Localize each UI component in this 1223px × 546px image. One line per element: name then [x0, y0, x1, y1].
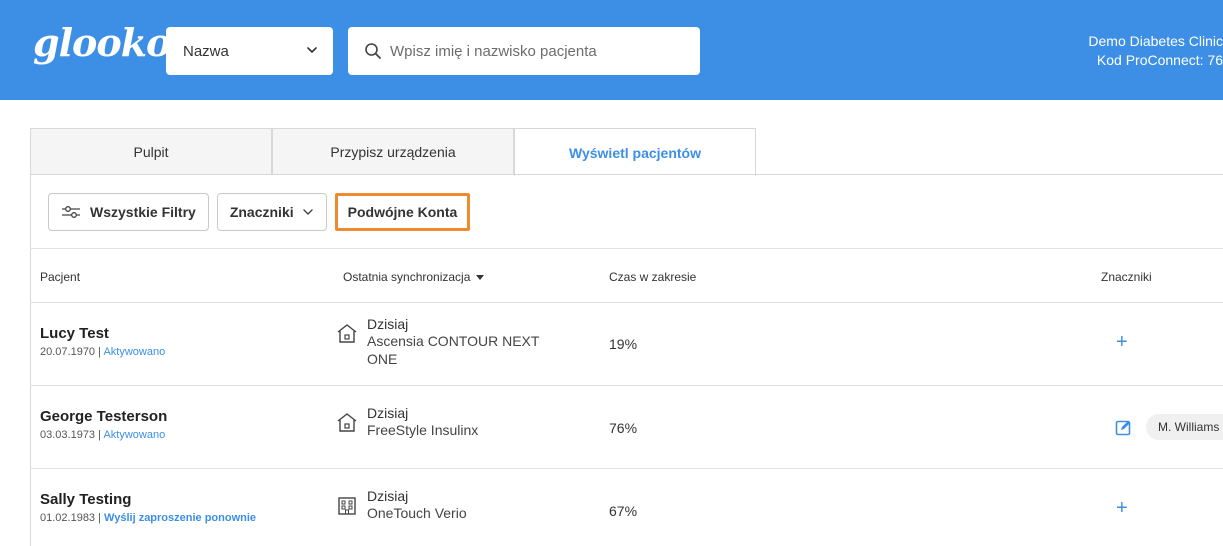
- tab-dashboard[interactable]: Pulpit: [30, 128, 272, 175]
- sync-cell: Dzisiaj FreeStyle Insulinx: [336, 405, 557, 439]
- sliders-icon: [62, 206, 80, 218]
- patient-dob: 01.02.1983: [40, 512, 96, 524]
- column-header-tags[interactable]: Znaczniki: [1101, 270, 1152, 284]
- sync-time: Dzisiaj: [367, 405, 409, 421]
- sync-time: Dzisiaj: [367, 488, 409, 504]
- divider: [30, 302, 1223, 303]
- patient-cell: Sally Testing 01.02.1983 | Wyślij zapros…: [40, 491, 256, 524]
- divider: [30, 468, 1223, 469]
- clinic-name: Demo Diabetes Clinic: [1088, 33, 1223, 49]
- resend-invite-link[interactable]: Wyślij zaproszenie ponownie: [104, 512, 256, 524]
- home-icon: [337, 324, 357, 343]
- patient-meta: 03.03.1973 | Aktywowano: [40, 429, 166, 441]
- column-header-last-sync-label: Ostatnia synchronizacja: [343, 270, 471, 284]
- patient-status-link[interactable]: Aktywowano: [103, 429, 165, 441]
- patient-name[interactable]: Sally Testing: [40, 491, 256, 508]
- chevron-down-icon: [302, 209, 313, 215]
- patient-search-input[interactable]: [390, 42, 690, 60]
- tags-dropdown-label: Znaczniki: [229, 204, 294, 220]
- time-in-range-value: 19%: [609, 336, 638, 352]
- patient-meta: 20.07.1970 | Aktywowano: [40, 346, 166, 358]
- divider: [30, 248, 1223, 249]
- column-header-patient[interactable]: Pacjent: [40, 270, 80, 284]
- device-name: FreeStyle Insulinx: [367, 422, 479, 438]
- patient-status-link[interactable]: Aktywowano: [103, 346, 165, 358]
- glooko-logo[interactable]: glooko: [33, 20, 171, 65]
- time-in-range-value: 67%: [609, 503, 638, 519]
- all-filters-button[interactable]: Wszystkie Filtry: [48, 193, 209, 231]
- duplicate-accounts-button[interactable]: Podwójne Konta: [334, 193, 471, 231]
- patient-name[interactable]: Lucy Test: [40, 325, 165, 342]
- sync-time: Dzisiaj: [367, 316, 409, 332]
- filter-bar: Wszystkie Filtry Znaczniki Podwójne Kont…: [48, 193, 471, 231]
- top-header: glooko Nazwa Demo Diabetes Clinic Kod Pr…: [0, 0, 1223, 100]
- tag-chip[interactable]: M. Williams: [1146, 414, 1223, 440]
- patient-search-box[interactable]: [348, 27, 700, 75]
- tab-view-patients[interactable]: Wyświetl pacjentów: [514, 128, 756, 176]
- proconnect-code: Kod ProConnect: 76: [1096, 52, 1223, 68]
- search-mode-select[interactable]: Nazwa: [166, 27, 333, 75]
- home-icon: [337, 413, 357, 432]
- clinic-info[interactable]: Demo Diabetes Clinic Kod ProConnect: 76: [1083, 32, 1223, 70]
- sync-cell: Dzisiaj Ascensia CONTOUR NEXT ONE: [336, 316, 557, 368]
- chevron-down-icon: [307, 47, 317, 54]
- clinic-building-icon: [338, 497, 356, 515]
- sync-cell: Dzisiaj OneTouch Verio: [336, 488, 557, 522]
- patient-cell: Lucy Test 20.07.1970 | Aktywowano: [40, 325, 165, 358]
- device-name: Ascensia CONTOUR NEXT ONE: [367, 333, 540, 367]
- patient-name[interactable]: George Testerson: [40, 408, 167, 425]
- main-tabs: Pulpit Przypisz urządzenia Wyświetl pacj…: [30, 128, 756, 176]
- time-in-range-value: 76%: [609, 420, 638, 436]
- patient-dob: 03.03.1973: [40, 429, 96, 441]
- patient-meta: 01.02.1983 | Wyślij zaproszenie ponownie: [40, 512, 257, 524]
- search-icon: [365, 43, 381, 59]
- sort-desc-icon: [476, 275, 485, 281]
- device-name: OneTouch Verio: [367, 505, 467, 521]
- add-tag-button[interactable]: +: [1116, 331, 1128, 354]
- tags-dropdown[interactable]: Znaczniki: [216, 193, 327, 231]
- tab-divider: [30, 174, 1223, 175]
- add-tag-button[interactable]: +: [1116, 497, 1128, 520]
- patient-cell: George Testerson 03.03.1973 | Aktywowano: [40, 408, 167, 441]
- tab-assign-devices[interactable]: Przypisz urządzenia: [272, 128, 514, 175]
- all-filters-label: Wszystkie Filtry: [90, 204, 196, 220]
- column-header-last-sync[interactable]: Ostatnia synchronizacja: [343, 270, 485, 284]
- search-mode-value: Nazwa: [183, 42, 229, 60]
- divider: [30, 385, 1223, 386]
- column-header-time-in-range[interactable]: Czas w zakresie: [609, 270, 696, 284]
- patient-dob: 20.07.1970: [40, 346, 96, 358]
- edit-icon[interactable]: [1115, 419, 1132, 436]
- panel-border: [30, 174, 31, 546]
- duplicate-accounts-label: Podwójne Konta: [347, 204, 458, 220]
